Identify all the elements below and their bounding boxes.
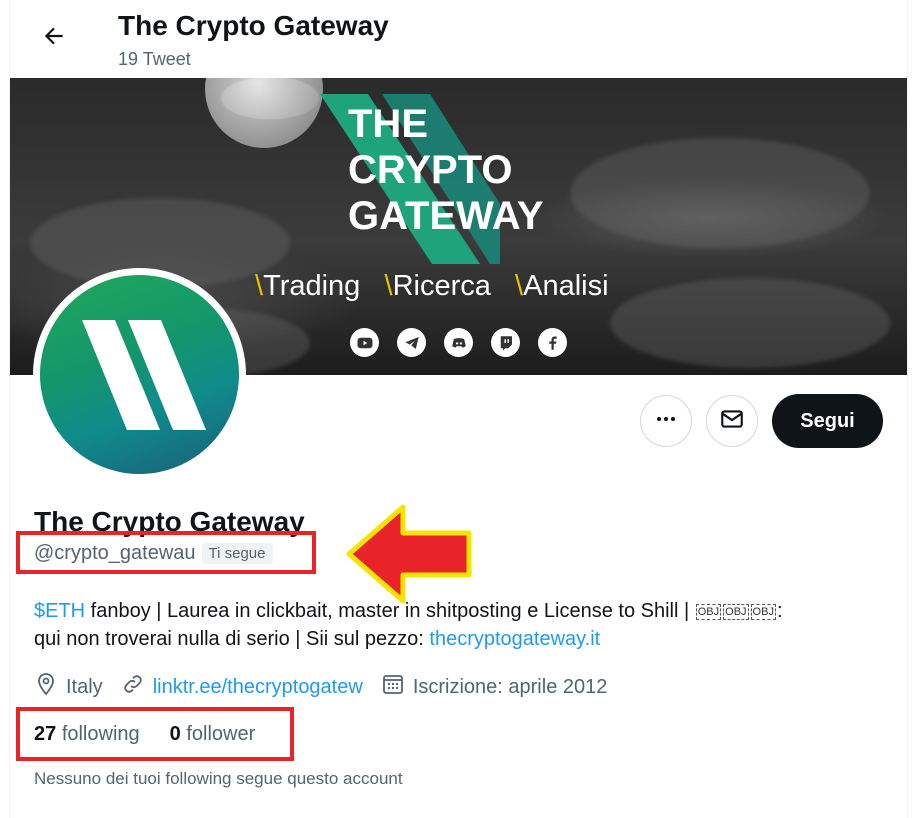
follow-button[interactable]: Segui <box>772 394 883 448</box>
more-button[interactable] <box>640 395 692 447</box>
avatar[interactable] <box>33 268 246 481</box>
facebook-icon <box>538 328 567 357</box>
twitch-icon <box>491 328 520 357</box>
bio-text: fanboy | Laurea in clickbait, master in … <box>85 600 695 622</box>
more-icon <box>654 407 678 436</box>
location-pin-icon <box>34 672 66 702</box>
banner-brand-line: CRYPTO <box>348 148 513 192</box>
profile-header: The Crypto Gateway 19 Tweet <box>10 0 907 78</box>
back-button[interactable] <box>34 18 74 58</box>
banner-social-icons <box>350 328 567 357</box>
obj-glyph: OBJ <box>695 603 722 620</box>
banner-tagline: \Trading \Ricerca \Analisi <box>255 270 609 303</box>
tagline-word: Ricerca <box>392 270 491 302</box>
tagline-word: Trading <box>263 270 361 302</box>
location-item: Italy <box>34 672 103 702</box>
tagline-slash: \ <box>384 270 393 302</box>
profile-meta: Italy linktr.ee/thecryptogatew Iscrizion… <box>34 672 625 702</box>
joined-text: Iscrizione: aprile 2012 <box>412 675 608 698</box>
cashtag-link[interactable]: $ETH <box>34 600 85 622</box>
bio-text: : <box>776 600 783 622</box>
joined-item: Iscrizione: aprile 2012 <box>381 672 608 702</box>
cloud-graphic <box>570 138 870 248</box>
frame-border-right <box>907 0 908 818</box>
tagline-word: Analisi <box>523 270 609 302</box>
highlight-box-stats <box>16 707 294 761</box>
location-text: Italy <box>66 675 103 698</box>
bio-website-link[interactable]: thecryptogateway.it <box>429 628 600 650</box>
profile-bio: $ETH fanboy | Laurea in clickbait, maste… <box>34 597 874 653</box>
header-title: The Crypto Gateway <box>118 10 389 41</box>
telegram-icon <box>397 328 426 357</box>
website-link[interactable]: linktr.ee/thecryptogatew <box>153 676 363 699</box>
followers-you-know-notice: Nessuno dei tuoi following segue questo … <box>34 769 403 788</box>
mail-icon <box>719 406 745 437</box>
youtube-icon <box>350 328 379 357</box>
link-icon <box>121 672 153 702</box>
obj-glyph: OBJ <box>750 603 776 620</box>
highlight-box-handle <box>16 531 316 574</box>
website-item[interactable]: linktr.ee/thecryptogatew <box>121 672 363 702</box>
calendar-icon <box>381 672 413 702</box>
arrow-left-icon <box>41 23 67 54</box>
tagline-slash: \ <box>515 270 524 302</box>
moon-graphic <box>205 78 323 148</box>
avatar-image <box>40 275 239 474</box>
tweet-count: 19 Tweet <box>118 49 191 69</box>
message-button[interactable] <box>706 395 758 447</box>
tagline-slash: \ <box>255 270 264 302</box>
banner-brand-line: GATEWAY <box>348 194 544 238</box>
bio-text: qui non troverai nulla di serio | Sii su… <box>34 628 430 650</box>
discord-icon <box>444 328 473 357</box>
red-arrow-annotation <box>346 504 472 604</box>
banner-brand-line: THE <box>348 102 428 146</box>
obj-glyph: OBJ <box>723 603 749 620</box>
logo-stripes-icon <box>82 320 206 430</box>
cloud-graphic <box>610 278 890 368</box>
